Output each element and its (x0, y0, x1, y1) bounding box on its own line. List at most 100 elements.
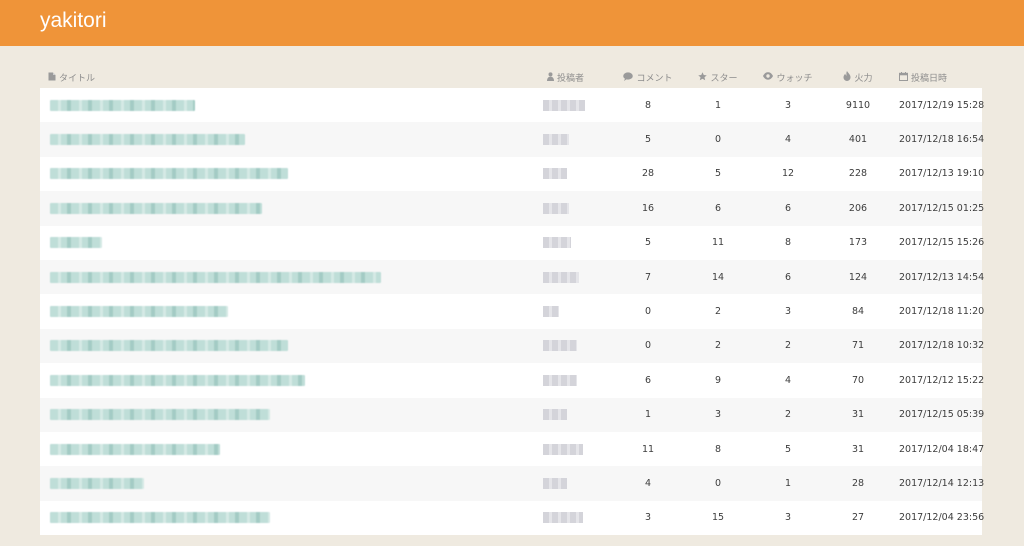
redacted-author-name (543, 237, 571, 249)
star-count: 6 (714, 202, 722, 214)
author-cell (535, 294, 613, 328)
post-title-cell[interactable] (40, 260, 535, 294)
post-title-cell[interactable] (40, 432, 535, 466)
redacted-post-title[interactable] (50, 443, 220, 455)
column-header-fire-label: 火力 (854, 74, 873, 84)
redacted-author-name (543, 477, 567, 489)
fire-count: 124 (848, 271, 868, 283)
star-count: 0 (714, 477, 722, 489)
table-row[interactable]: 7 14 6 124 2017/12/13 14:54 (40, 259, 984, 295)
table-row[interactable]: 0 2 3 84 2017/12/18 11:20 (40, 294, 985, 329)
table-row[interactable]: 4 0 1 28 2017/12/14 12:13 (40, 466, 984, 501)
table-row[interactable]: 28 5 12 228 2017/12/13 19:10 (40, 156, 985, 192)
redacted-post-title[interactable] (50, 306, 228, 318)
star-count: 11 (711, 237, 725, 249)
table-row[interactable]: 1 3 2 31 2017/12/15 05:39 (40, 397, 984, 432)
table-header: タイトル 投稿者 コメント スター ウォッチ 火力 投稿日時 (40, 67, 982, 88)
author-cell (535, 191, 613, 225)
redacted-post-title[interactable] (50, 477, 144, 489)
post-title-cell[interactable] (40, 329, 535, 363)
author-cell (535, 432, 613, 466)
table-row[interactable]: 6 9 4 70 2017/12/12 15:22 (40, 363, 984, 398)
redacted-author-name (543, 409, 567, 421)
posted-date: 2017/12/04 18:47 (899, 443, 985, 455)
comment-count: 7 (644, 271, 652, 283)
redacted-author-name (543, 202, 569, 214)
redacted-author-name (543, 99, 585, 111)
posted-date: 2017/12/18 16:54 (899, 134, 985, 146)
post-title-cell[interactable] (40, 122, 535, 156)
redacted-post-title[interactable] (50, 271, 381, 283)
watch-count: 5 (784, 443, 792, 455)
table-row[interactable]: 16 6 6 206 2017/12/15 01:25 (40, 191, 984, 226)
comment-count: 1 (644, 409, 652, 421)
document-icon (48, 72, 56, 84)
watch-count: 8 (784, 237, 792, 249)
column-header-comment[interactable]: コメント (613, 71, 683, 84)
table-row[interactable]: 11 8 5 31 2017/12/04 18:47 (40, 431, 985, 467)
column-header-watch[interactable]: ウォッチ (753, 71, 823, 84)
star-count: 2 (714, 306, 722, 318)
redacted-author-name (543, 271, 579, 283)
posted-date: 2017/12/18 11:20 (899, 306, 985, 318)
post-title-cell[interactable] (40, 294, 535, 328)
star-count: 5 (714, 168, 722, 180)
watch-count: 3 (784, 512, 792, 524)
column-header-author[interactable]: 投稿者 (535, 71, 613, 84)
author-cell (535, 88, 613, 122)
comment-count: 5 (644, 134, 652, 146)
post-title-cell[interactable] (40, 88, 535, 122)
column-header-fire[interactable]: 火力 (823, 71, 893, 84)
redacted-post-title[interactable] (50, 512, 270, 524)
watch-count: 2 (784, 409, 792, 421)
post-title-cell[interactable] (40, 501, 535, 535)
post-title-cell[interactable] (40, 398, 535, 432)
fire-count: 228 (848, 168, 868, 180)
fire-count: 401 (848, 134, 868, 146)
column-header-star[interactable]: スター (683, 71, 753, 84)
redacted-author-name (543, 134, 569, 146)
redacted-post-title[interactable] (50, 202, 262, 214)
fire-count: 9110 (845, 99, 871, 111)
watch-count: 6 (784, 271, 792, 283)
redacted-author-name (543, 374, 577, 386)
comment-count: 0 (644, 306, 652, 318)
fire-count: 31 (851, 409, 865, 421)
post-title-cell[interactable] (40, 191, 535, 225)
comment-count: 8 (644, 99, 652, 111)
watch-count: 3 (784, 306, 792, 318)
post-title-cell[interactable] (40, 363, 535, 397)
app-title[interactable]: yakitori (40, 10, 107, 31)
table-row[interactable]: 5 11 8 173 2017/12/15 15:26 (40, 225, 984, 260)
comment-count: 28 (641, 168, 655, 180)
redacted-post-title[interactable] (50, 134, 245, 146)
column-header-date[interactable]: 投稿日時 (893, 71, 982, 84)
post-title-cell[interactable] (40, 157, 535, 191)
star-count: 15 (711, 512, 725, 524)
redacted-post-title[interactable] (50, 340, 288, 352)
redacted-post-title[interactable] (50, 409, 270, 421)
post-title-cell[interactable] (40, 226, 535, 260)
table-row[interactable]: 0 2 2 71 2017/12/18 10:32 (40, 328, 984, 364)
table-row[interactable]: 8 1 3 9110 2017/12/19 15:28 (40, 88, 984, 123)
redacted-post-title[interactable] (50, 168, 288, 180)
table-row[interactable]: 5 0 4 401 2017/12/18 16:54 (40, 122, 985, 157)
comment-icon (623, 71, 634, 84)
watch-count: 12 (781, 168, 795, 180)
redacted-post-title[interactable] (50, 374, 305, 386)
post-title-cell[interactable] (40, 466, 535, 500)
posts-table: タイトル 投稿者 コメント スター ウォッチ 火力 投稿日時 8 1 3 911… (40, 67, 985, 536)
redacted-author-name (543, 306, 559, 318)
column-header-watch-label: ウォッチ (776, 74, 813, 84)
table-row[interactable]: 3 15 3 27 2017/12/04 23:56 (40, 500, 985, 536)
redacted-post-title[interactable] (50, 237, 102, 249)
redacted-author-name (543, 512, 583, 524)
posted-date: 2017/12/13 19:10 (899, 168, 985, 180)
column-header-title[interactable]: タイトル (40, 71, 535, 84)
posted-date: 2017/12/04 23:56 (899, 512, 985, 524)
eye-icon (763, 72, 774, 83)
author-cell (535, 466, 613, 500)
redacted-post-title[interactable] (50, 99, 195, 111)
fire-count: 173 (848, 237, 868, 249)
comment-count: 11 (641, 443, 655, 455)
